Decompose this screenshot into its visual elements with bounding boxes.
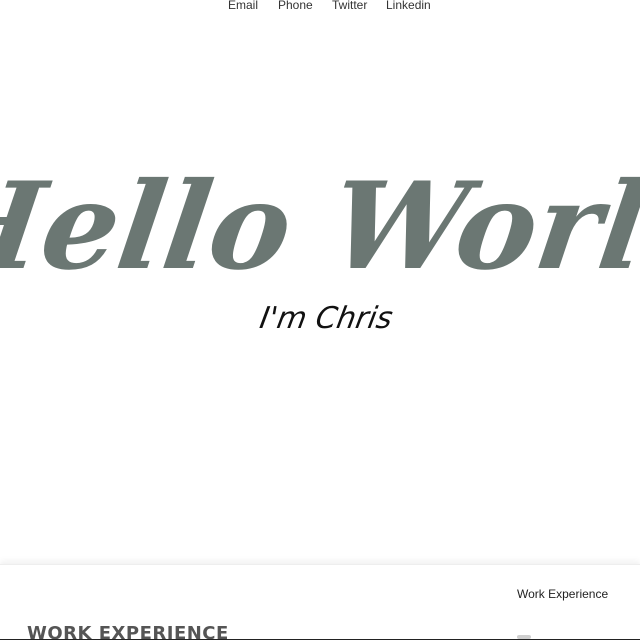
- nav-link-linkedin[interactable]: Linkedin: [386, 0, 431, 12]
- hero-subtitle-svg: I'm Chris: [257, 301, 395, 336]
- work-experience-heading: WORK EXPERIENCE: [27, 623, 229, 640]
- top-nav: Email Phone Twitter Linkedin: [0, 0, 640, 14]
- nav-link-twitter[interactable]: Twitter: [332, 0, 367, 12]
- page: Email Phone Twitter Linkedin Hello World…: [0, 0, 640, 640]
- hero-subtitle-text: I'm Chris: [257, 301, 395, 336]
- hero-title-text: Hello World: [0, 157, 640, 297]
- work-experience-panel: Work Experience WORK EXPERIENCE: [0, 564, 640, 640]
- nav-link-phone[interactable]: Phone: [278, 0, 313, 12]
- nav-link-email[interactable]: Email: [228, 0, 258, 12]
- side-nav-work-experience[interactable]: Work Experience: [517, 587, 608, 601]
- hero-subtitle: I'm Chris: [0, 280, 640, 340]
